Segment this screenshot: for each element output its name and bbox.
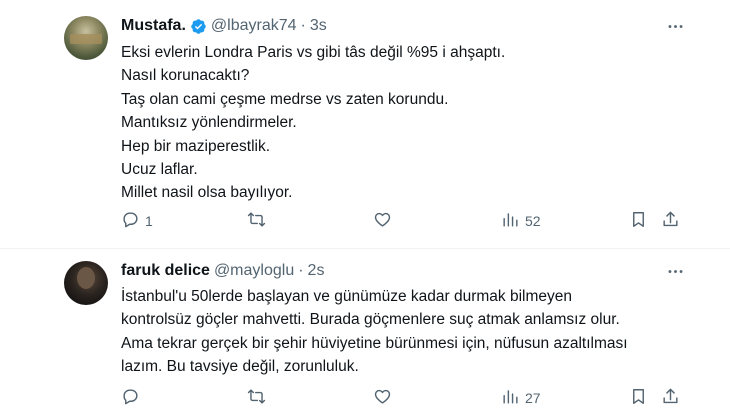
share-icon — [661, 210, 680, 232]
tweet-header: Mustafa. @lbayrak74 · 3s — [121, 16, 327, 36]
tweet-text-line: lazım. Bu tavsiye değil, zorunluluk. — [121, 358, 359, 376]
separator-dot: · — [300, 17, 306, 34]
like-button[interactable] — [373, 386, 397, 410]
tweet-text-line: kontrolsüz göçler mahvetti. Burada göçme… — [121, 311, 620, 329]
author-handle[interactable]: @lbayrak74 — [211, 16, 297, 36]
retweet-button[interactable] — [247, 386, 271, 410]
bookmark-button[interactable] — [629, 209, 648, 233]
views-count: 52 — [525, 213, 541, 229]
author-name[interactable]: faruk delice — [121, 261, 210, 281]
author-handle[interactable]: @mayloglu — [214, 261, 294, 281]
views-icon — [501, 210, 520, 232]
tweet[interactable]: Mustafa. @lbayrak74 · 3s Eksi evlerin Lo… — [0, 0, 730, 249]
bookmark-icon — [629, 210, 648, 232]
share-icon — [661, 387, 680, 409]
tweet[interactable]: faruk delice @mayloglu · 2s İstanbul'u 5… — [0, 249, 730, 420]
reply-button[interactable] — [121, 386, 145, 410]
share-button[interactable] — [661, 386, 680, 410]
reply-icon — [121, 210, 140, 232]
action-bar: 27 — [121, 386, 681, 410]
tweet-text-line: Taş olan cami çeşme medrse vs zaten koru… — [121, 90, 449, 108]
more-horizontal-icon[interactable] — [660, 259, 690, 283]
share-button[interactable] — [661, 209, 680, 233]
tweet-text-line: Ucuz laflar. — [121, 161, 198, 179]
like-icon — [373, 210, 392, 232]
bookmark-button[interactable] — [629, 386, 648, 410]
separator-dot: · — [298, 262, 304, 279]
tweet-text-line: Hep bir maziperestlik. — [121, 137, 271, 155]
tweet-text: Eksi evlerin Londra Paris vs gibi tâs de… — [121, 41, 681, 205]
tweet-text-line: Nasıl korunacaktı? — [121, 67, 250, 85]
action-bar: 1 52 — [121, 209, 681, 233]
tweet-text-line: Mantıksız yönlendirmeler. — [121, 114, 297, 132]
reply-icon — [121, 387, 140, 409]
bookmark-icon — [629, 387, 648, 409]
author-name[interactable]: Mustafa. — [121, 16, 186, 36]
tweet-text-line: İstanbul'u 50lerde başlayan ve günümüze … — [121, 288, 573, 305]
views-count: 27 — [525, 390, 541, 406]
views-button[interactable]: 52 — [501, 209, 541, 233]
retweet-button[interactable] — [247, 209, 271, 233]
tweet-text: İstanbul'u 50lerde başlayan ve günümüze … — [121, 285, 701, 379]
retweet-icon — [247, 387, 266, 409]
tweet-text-line: Eksi evlerin Londra Paris vs gibi tâs de… — [121, 44, 506, 61]
avatar[interactable] — [64, 16, 108, 60]
tweet-text-line: Ama tekrar gerçek bir şehir hüviyetine b… — [121, 334, 628, 352]
reply-button[interactable]: 1 — [121, 209, 153, 233]
timestamp[interactable]: 2s — [308, 261, 325, 281]
views-icon — [501, 387, 520, 409]
tweet-text-line: Millet nasil olsa bayılıyor. — [121, 184, 293, 202]
tweet-header: faruk delice @mayloglu · 2s — [121, 261, 324, 281]
more-horizontal-icon[interactable] — [660, 14, 690, 38]
timestamp[interactable]: 3s — [310, 16, 327, 36]
like-icon — [373, 387, 392, 409]
views-button[interactable]: 27 — [501, 386, 541, 410]
like-button[interactable] — [373, 209, 397, 233]
avatar[interactable] — [64, 261, 108, 305]
retweet-icon — [247, 210, 266, 232]
reply-count: 1 — [145, 213, 153, 229]
verified-badge-icon — [190, 18, 207, 35]
